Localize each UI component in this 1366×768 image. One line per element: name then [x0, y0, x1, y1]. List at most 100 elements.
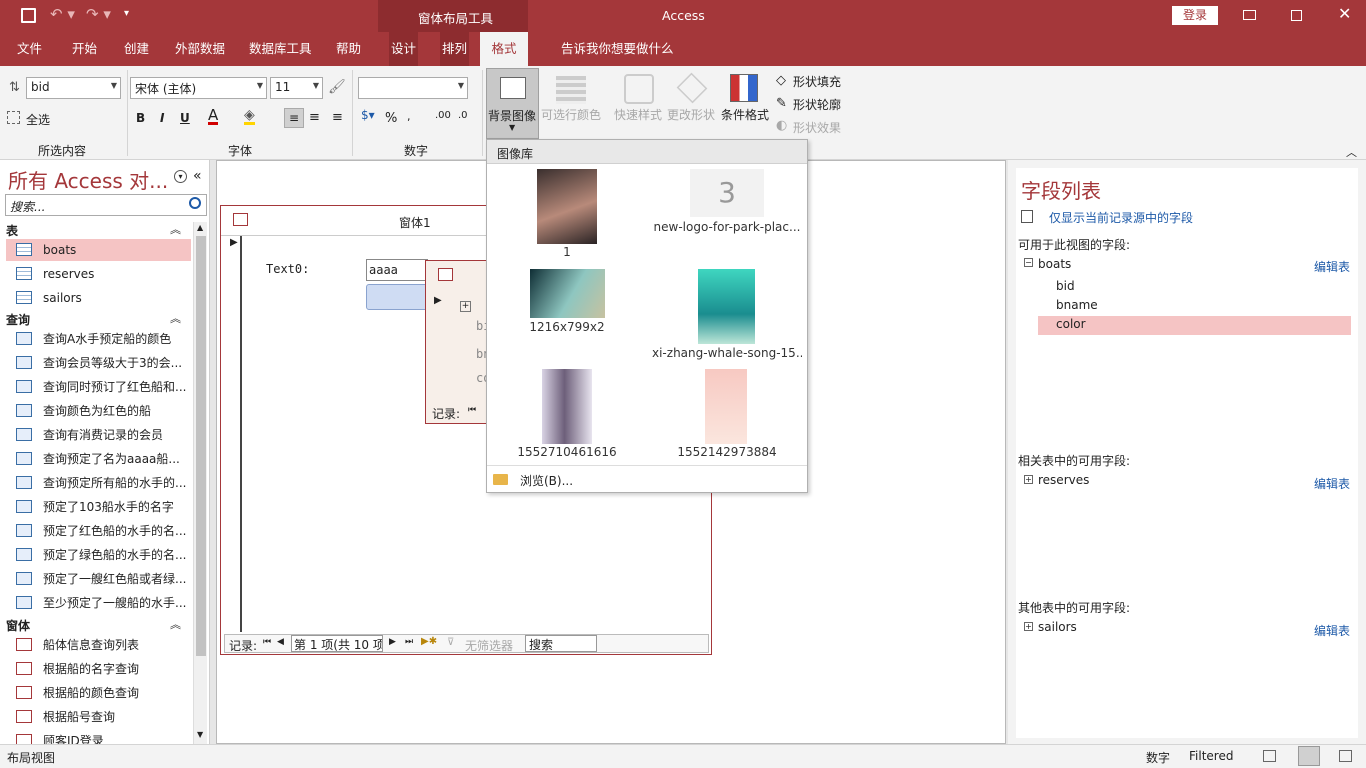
nav-menu-icon[interactable]: ▾	[174, 170, 187, 183]
form-view-icon[interactable]	[1263, 750, 1276, 762]
browse-button[interactable]: 浏览(B)...	[520, 472, 573, 489]
sailors-table-node[interactable]: sailors	[1038, 620, 1077, 634]
ribbon-display-icon[interactable]	[1243, 10, 1256, 20]
gallery-thumb[interactable]: 3	[690, 169, 764, 217]
nav-query-item[interactable]: 查询预定所有船的水手的...	[6, 472, 191, 494]
tab-create[interactable]: 创建	[124, 32, 149, 66]
tell-me-search[interactable]: 告诉我你想要做什么	[561, 32, 674, 66]
expand-box-icon[interactable]: +	[1024, 622, 1033, 631]
italic-button[interactable]: I	[160, 111, 164, 125]
percent-button[interactable]: %	[385, 111, 397, 126]
tab-arrange[interactable]: 排列	[440, 32, 470, 66]
align-center-icon[interactable]: ≡	[309, 110, 320, 125]
nav-query-item[interactable]: 预定了绿色船的水手的名...	[6, 544, 191, 566]
nav-form-item[interactable]: 船体信息查询列表	[6, 634, 191, 656]
scroll-down-icon[interactable]: ▼	[197, 730, 203, 739]
scroll-thumb[interactable]	[196, 236, 206, 656]
collapse-section-icon[interactable]: ︽	[170, 221, 181, 237]
nav-form-item[interactable]: 根据船的名字查询	[6, 658, 191, 680]
field-selector[interactable]: bid ▼	[26, 77, 121, 99]
nav-table-item[interactable]: sailors	[6, 287, 191, 309]
font-size-select[interactable]: 11 ▼	[270, 77, 323, 99]
browse-row[interactable]: 浏览(B)...	[487, 465, 807, 493]
nav-section-forms[interactable]: 窗体	[6, 617, 30, 633]
comma-icon[interactable]: ,	[407, 110, 411, 123]
nav-query-item[interactable]: 查询A水手预定船的颜色	[6, 328, 191, 350]
customize-qat-icon[interactable]: ▾	[124, 8, 129, 19]
number-format-select[interactable]: ▼	[358, 77, 468, 99]
tab-file[interactable]: 文件	[17, 32, 42, 66]
subform-window[interactable]: ▶ + bi bn co 记录: ⏮	[425, 260, 491, 424]
reserves-table-node[interactable]: reserves	[1038, 473, 1089, 487]
first-record-icon[interactable]: ⏮	[468, 405, 476, 415]
nav-query-item[interactable]: 预定了红色船的水手的名...	[6, 520, 191, 542]
search-icon[interactable]	[189, 197, 201, 209]
last-record-icon[interactable]: ⏭	[405, 637, 413, 647]
nav-scrollbar[interactable]: ▲ ▼	[193, 222, 207, 744]
tab-home[interactable]: 开始	[72, 32, 97, 66]
shape-fill-button[interactable]: 形状填充	[793, 73, 841, 90]
bold-button[interactable]: B	[136, 111, 145, 125]
gallery-thumb[interactable]	[530, 269, 605, 318]
gallery-thumb[interactable]	[698, 269, 755, 344]
record-position-input[interactable]: 第 1 项(共 10 项	[291, 635, 383, 652]
edit-table-link[interactable]: 编辑表	[1314, 475, 1350, 492]
nav-query-item[interactable]: 查询预定了名为aaaa船...	[6, 448, 191, 470]
field-item-color[interactable]: color	[1038, 316, 1351, 335]
nav-section-tables[interactable]: 表	[6, 222, 18, 238]
new-record-icon[interactable]: ▶✱	[421, 636, 437, 647]
no-filter-button[interactable]: 无筛选器	[465, 637, 513, 654]
gallery-thumb[interactable]	[542, 369, 592, 444]
nav-query-item[interactable]: 查询同时预订了红色船和...	[6, 376, 191, 398]
redo-icon[interactable]: ↷ ▾	[86, 5, 111, 23]
tab-database-tools[interactable]: 数据库工具	[249, 32, 312, 66]
underline-button[interactable]: U	[180, 111, 190, 125]
conditional-format-button[interactable]: 条件格式	[721, 106, 769, 123]
nav-search-input[interactable]: 搜索...	[10, 198, 45, 215]
alternate-row-color-button[interactable]: 可选行颜色	[541, 106, 601, 123]
background-image-button[interactable]: 背景图像 ▼	[486, 68, 539, 139]
edit-table-link[interactable]: 编辑表	[1314, 258, 1350, 275]
field-item-bname[interactable]: bname	[1056, 298, 1098, 312]
nav-query-item[interactable]: 查询颜色为红色的船	[6, 400, 191, 422]
field-item-bid[interactable]: bid	[1056, 279, 1075, 293]
layout-view-icon[interactable]	[1298, 746, 1320, 766]
tab-design[interactable]: 设计	[389, 32, 419, 66]
nav-form-item[interactable]: 根据船的颜色查询	[6, 682, 191, 704]
change-shape-button[interactable]: 更改形状	[667, 106, 715, 123]
font-name-select[interactable]: 宋体 (主体) ▼	[130, 77, 267, 99]
tab-format[interactable]: 格式	[480, 32, 528, 66]
edit-table-link[interactable]: 编辑表	[1314, 622, 1350, 639]
collapse-nav-icon[interactable]: «	[193, 168, 202, 184]
move-handle-icon[interactable]: +	[460, 301, 471, 312]
record-search-input[interactable]: 搜索	[525, 635, 597, 652]
undo-icon[interactable]: ↶ ▾	[50, 5, 75, 23]
nav-form-item[interactable]: 根据船号查询	[6, 706, 191, 728]
shape-outline-button[interactable]: 形状轮廓	[793, 96, 841, 113]
show-only-current-link[interactable]: 仅显示当前记录源中的字段	[1049, 209, 1193, 226]
next-record-icon[interactable]: ▶	[389, 637, 396, 647]
increase-decimal-icon[interactable]: .00	[435, 110, 451, 121]
select-all-button[interactable]: 全选	[26, 111, 50, 128]
save-icon[interactable]	[21, 8, 36, 23]
first-record-icon[interactable]: ⏮	[263, 637, 271, 647]
align-right-icon[interactable]: ≡	[332, 110, 343, 125]
boats-table-node[interactable]: boats	[1038, 257, 1071, 271]
decrease-decimal-icon[interactable]: .0	[458, 110, 468, 121]
collapse-section-icon[interactable]: ︽	[170, 310, 181, 326]
gallery-thumb[interactable]	[537, 169, 597, 244]
nav-query-item[interactable]: 查询会员等级大于3的会...	[6, 352, 191, 374]
nav-query-item[interactable]: 至少预定了一艘船的水手...	[6, 592, 191, 614]
nav-query-item[interactable]: 查询有消费记录的会员	[6, 424, 191, 446]
close-icon[interactable]: ✕	[1338, 4, 1351, 23]
nav-query-item[interactable]: 预定了一艘红色船或者绿...	[6, 568, 191, 590]
collapse-ribbon-icon[interactable]: ︿	[1346, 144, 1357, 160]
scroll-up-icon[interactable]: ▲	[197, 223, 203, 232]
shape-effect-button[interactable]: 形状效果	[793, 119, 841, 136]
collapse-box-icon[interactable]: −	[1024, 258, 1033, 267]
nav-section-queries[interactable]: 查询	[6, 311, 30, 327]
font-color-icon[interactable]: A	[208, 108, 219, 125]
format-painter-icon[interactable]: 🖌	[328, 79, 346, 95]
restore-icon[interactable]	[1291, 10, 1302, 21]
tab-external-data[interactable]: 外部数据	[175, 32, 225, 66]
